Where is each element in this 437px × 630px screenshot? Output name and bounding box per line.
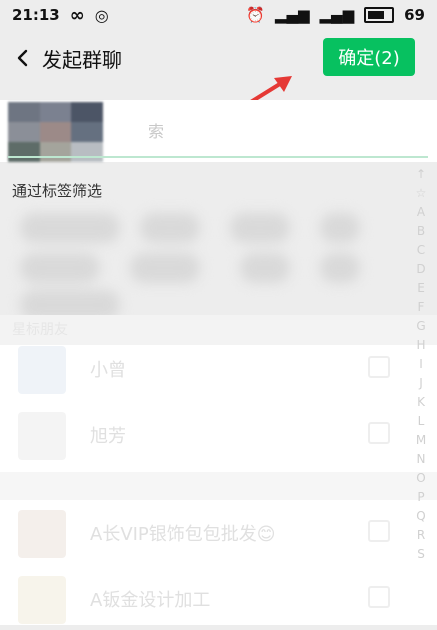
infinity-icon: ∞: [69, 4, 85, 26]
search-row[interactable]: [0, 100, 437, 162]
alphabet-letter[interactable]: D: [416, 260, 425, 279]
alphabet-index[interactable]: ↑ ☆ A B C D E F G H I J K L M N O P Q R …: [411, 165, 431, 564]
alphabet-letter[interactable]: L: [418, 412, 425, 431]
selected-avatars[interactable]: [8, 102, 103, 162]
time: 21:13: [12, 6, 60, 24]
signal-icon-2: ▂▄▆: [319, 6, 355, 24]
filter-label: 通过标签筛选: [12, 182, 103, 200]
contact-name: 旭芳: [90, 426, 126, 447]
alphabet-letter[interactable]: G: [416, 317, 425, 336]
alphabet-letter[interactable]: J: [419, 374, 423, 393]
alphabet-letter[interactable]: A: [417, 203, 425, 222]
nfc-icon: ◎: [94, 5, 109, 25]
section-separator: [0, 472, 437, 500]
contact-row[interactable]: 小曾: [0, 336, 410, 400]
signal-icon: ▂▄▆: [274, 6, 310, 24]
alphabet-letter[interactable]: R: [417, 526, 425, 545]
page-title: 发起群聊: [42, 47, 122, 72]
avatar: [18, 510, 66, 558]
checkbox[interactable]: [368, 356, 390, 378]
confirm-button[interactable]: 确定(2): [323, 38, 415, 76]
status-bar: 21:13 ∞ ◎ ⏰ ▂▄▆ ▂▄▆ 69: [0, 0, 437, 30]
avatar: [18, 576, 66, 624]
checkbox[interactable]: [368, 586, 390, 608]
alphabet-letter[interactable]: O: [416, 469, 425, 488]
checkbox[interactable]: [368, 422, 390, 444]
alphabet-letter[interactable]: I: [419, 355, 423, 374]
alphabet-letter[interactable]: F: [418, 298, 425, 317]
battery-level: 69: [404, 6, 425, 24]
search-input[interactable]: 索: [148, 118, 164, 142]
back-button[interactable]: [12, 47, 34, 69]
avatar: [18, 412, 66, 460]
alarm-icon: ⏰: [246, 6, 265, 24]
battery-icon: [364, 7, 395, 23]
alphabet-letter[interactable]: S: [417, 545, 425, 564]
alphabet-letter[interactable]: P: [417, 488, 424, 507]
alphabet-letter[interactable]: Q: [416, 507, 425, 526]
alphabet-letter[interactable]: B: [417, 222, 425, 241]
alphabet-letter[interactable]: E: [417, 279, 425, 298]
alphabet-letter[interactable]: H: [416, 336, 425, 355]
contact-row[interactable]: A长VIP银饰包包批发😊: [0, 500, 410, 564]
contact-row[interactable]: 旭芳: [0, 402, 410, 466]
contact-name: 小曾: [90, 360, 126, 381]
alphabet-letter[interactable]: ☆: [416, 184, 427, 203]
chevron-left-icon: [17, 49, 28, 67]
avatar: [18, 346, 66, 394]
tag-filter-area[interactable]: [20, 205, 420, 320]
contact-name: A钣金设计加工: [90, 590, 211, 611]
checkbox[interactable]: [368, 520, 390, 542]
contact-row[interactable]: A钣金设计加工: [0, 566, 410, 630]
alphabet-letter[interactable]: M: [416, 431, 426, 450]
alphabet-letter[interactable]: N: [417, 450, 426, 469]
search-underline: [8, 156, 428, 158]
alphabet-letter[interactable]: K: [417, 393, 425, 412]
alphabet-letter[interactable]: ↑: [416, 165, 426, 184]
alphabet-letter[interactable]: C: [417, 241, 425, 260]
contact-name: A长VIP银饰包包批发😊: [90, 524, 276, 545]
